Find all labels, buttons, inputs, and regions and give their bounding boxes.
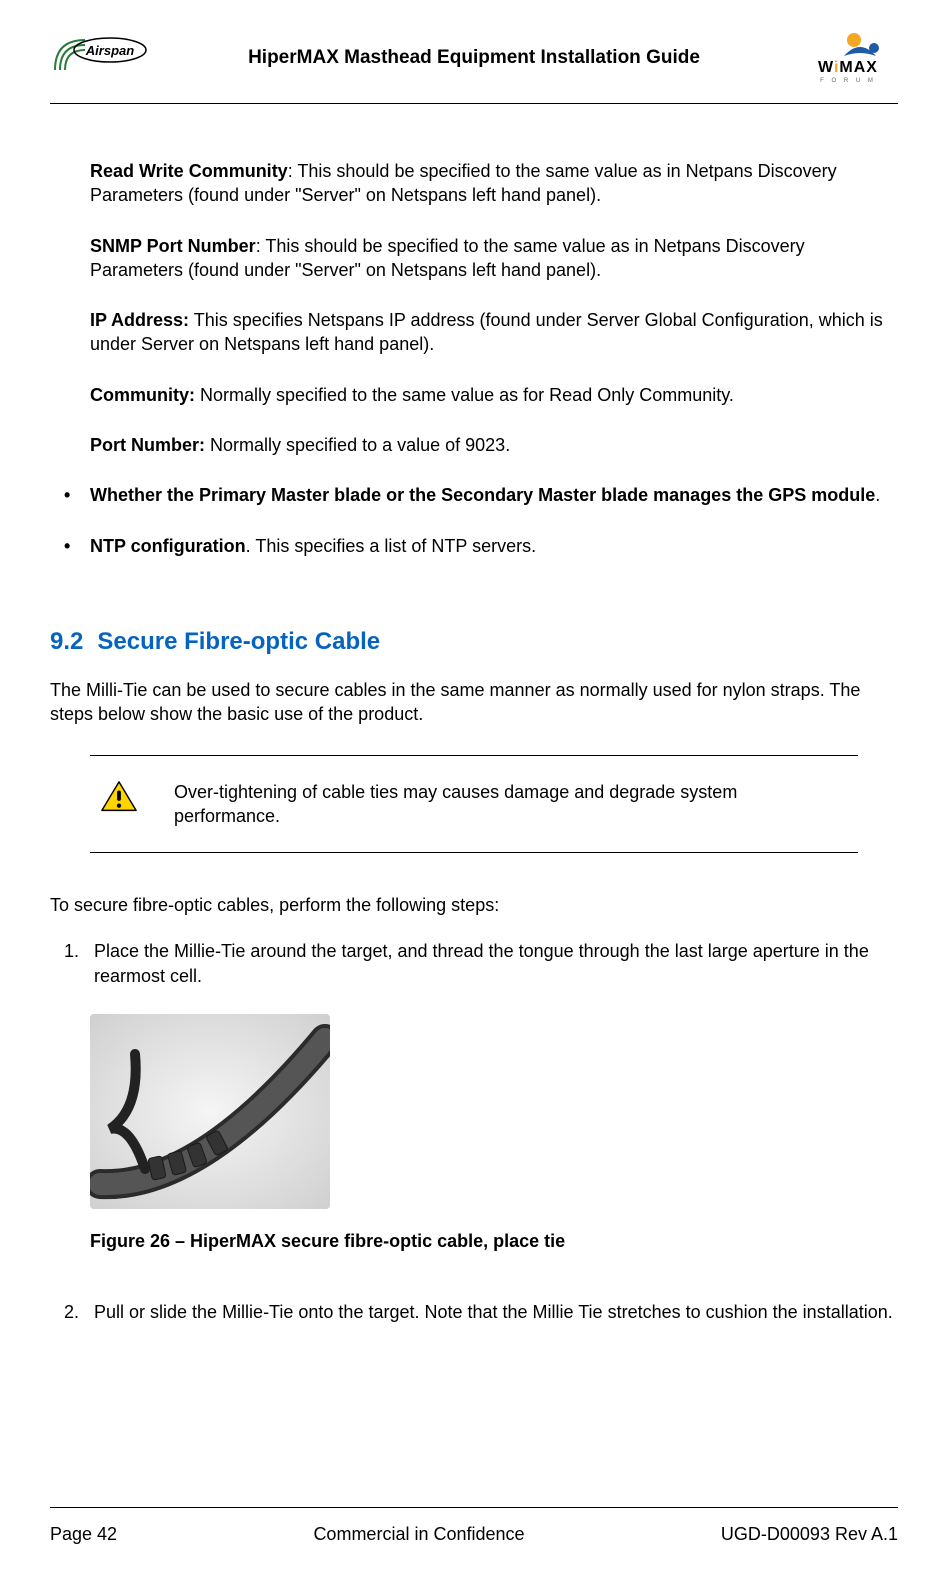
step-2: 2. Pull or slide the Millie-Tie onto the…: [64, 1300, 898, 1324]
definition-label: Read Write Community: [90, 161, 288, 181]
bullet-ntp-configuration: • NTP configuration. This specifies a li…: [64, 534, 898, 558]
bullet-gps-module: • Whether the Primary Master blade or th…: [64, 483, 898, 507]
footer-confidentiality: Commercial in Confidence: [313, 1524, 524, 1545]
definition-text: Normally specified to the same value as …: [200, 385, 734, 405]
bullet-text: Whether the Primary Master blade or the …: [90, 483, 898, 507]
definition-sep: :: [256, 236, 266, 256]
step-text: Pull or slide the Millie-Tie onto the ta…: [94, 1300, 893, 1324]
definition-port-number: Port Number: Normally specified to a val…: [90, 433, 898, 457]
wimax-forum-logo: WiMAX F O R U M: [798, 30, 898, 85]
footer-doc-id: UGD-D00093 Rev A.1: [721, 1524, 898, 1545]
warning-callout: Over-tightening of cable ties may causes…: [90, 755, 858, 854]
figure-image-placeholder: [90, 1014, 330, 1209]
steps-intro: To secure fibre-optic cables, perform th…: [50, 893, 898, 917]
definition-text: Normally specified to a value of 9023.: [210, 435, 510, 455]
warning-icon: [100, 780, 138, 814]
figure-26: Figure 26 – HiperMAX secure fibre-optic …: [90, 1014, 898, 1252]
definition-label: IP Address:: [90, 310, 189, 330]
wimax-text: WiMAX: [818, 59, 878, 76]
section-title: Secure Fibre-optic Cable: [97, 628, 380, 655]
page-footer: Page 42 Commercial in Confidence UGD-D00…: [50, 1507, 898, 1545]
bullet-tail: .: [875, 485, 880, 505]
figure-caption: Figure 26 – HiperMAX secure fibre-optic …: [90, 1231, 898, 1252]
definition-snmp-port-number: SNMP Port Number: This should be specifi…: [90, 234, 898, 283]
bullet-tail: . This specifies a list of NTP servers.: [246, 536, 536, 556]
step-number: 2.: [64, 1300, 94, 1324]
page: Airspan HiperMAX Masthead Equipment Inst…: [0, 0, 948, 1580]
definition-ip-address: IP Address: This specifies Netspans IP a…: [90, 308, 898, 357]
bullet-marker: •: [64, 534, 90, 558]
bullet-bold: Whether the Primary Master blade or the …: [90, 485, 875, 505]
section-number: 9.2: [50, 628, 83, 655]
header-title: HiperMAX Masthead Equipment Installation…: [150, 47, 798, 69]
footer-page-number: Page 42: [50, 1524, 117, 1545]
warning-text: Over-tightening of cable ties may causes…: [174, 780, 848, 829]
section-heading: 9.2 Secure Fibre-optic Cable: [50, 628, 898, 656]
definition-sep: :: [288, 161, 298, 181]
definition-label: Community:: [90, 385, 195, 405]
step-number: 1.: [64, 939, 94, 988]
definition-text: This specifies Netspans IP address (foun…: [90, 310, 883, 354]
step-1: 1. Place the Millie-Tie around the targe…: [64, 939, 898, 988]
bullet-marker: •: [64, 483, 90, 507]
definition-read-write-community: Read Write Community: This should be spe…: [90, 159, 898, 208]
bullet-text: NTP configuration. This specifies a list…: [90, 534, 898, 558]
section-intro: The Milli-Tie can be used to secure cabl…: [50, 678, 898, 727]
page-header: Airspan HiperMAX Masthead Equipment Inst…: [50, 30, 898, 104]
definition-community: Community: Normally specified to the sam…: [90, 383, 898, 407]
step-text: Place the Millie-Tie around the target, …: [94, 939, 898, 988]
airspan-logo-text: Airspan: [85, 43, 134, 58]
airspan-logo: Airspan: [50, 30, 150, 85]
forum-text: F O R U M: [820, 78, 876, 84]
definition-label: Port Number:: [90, 435, 205, 455]
bullet-bold: NTP configuration: [90, 536, 246, 556]
definition-label: SNMP Port Number: [90, 236, 256, 256]
